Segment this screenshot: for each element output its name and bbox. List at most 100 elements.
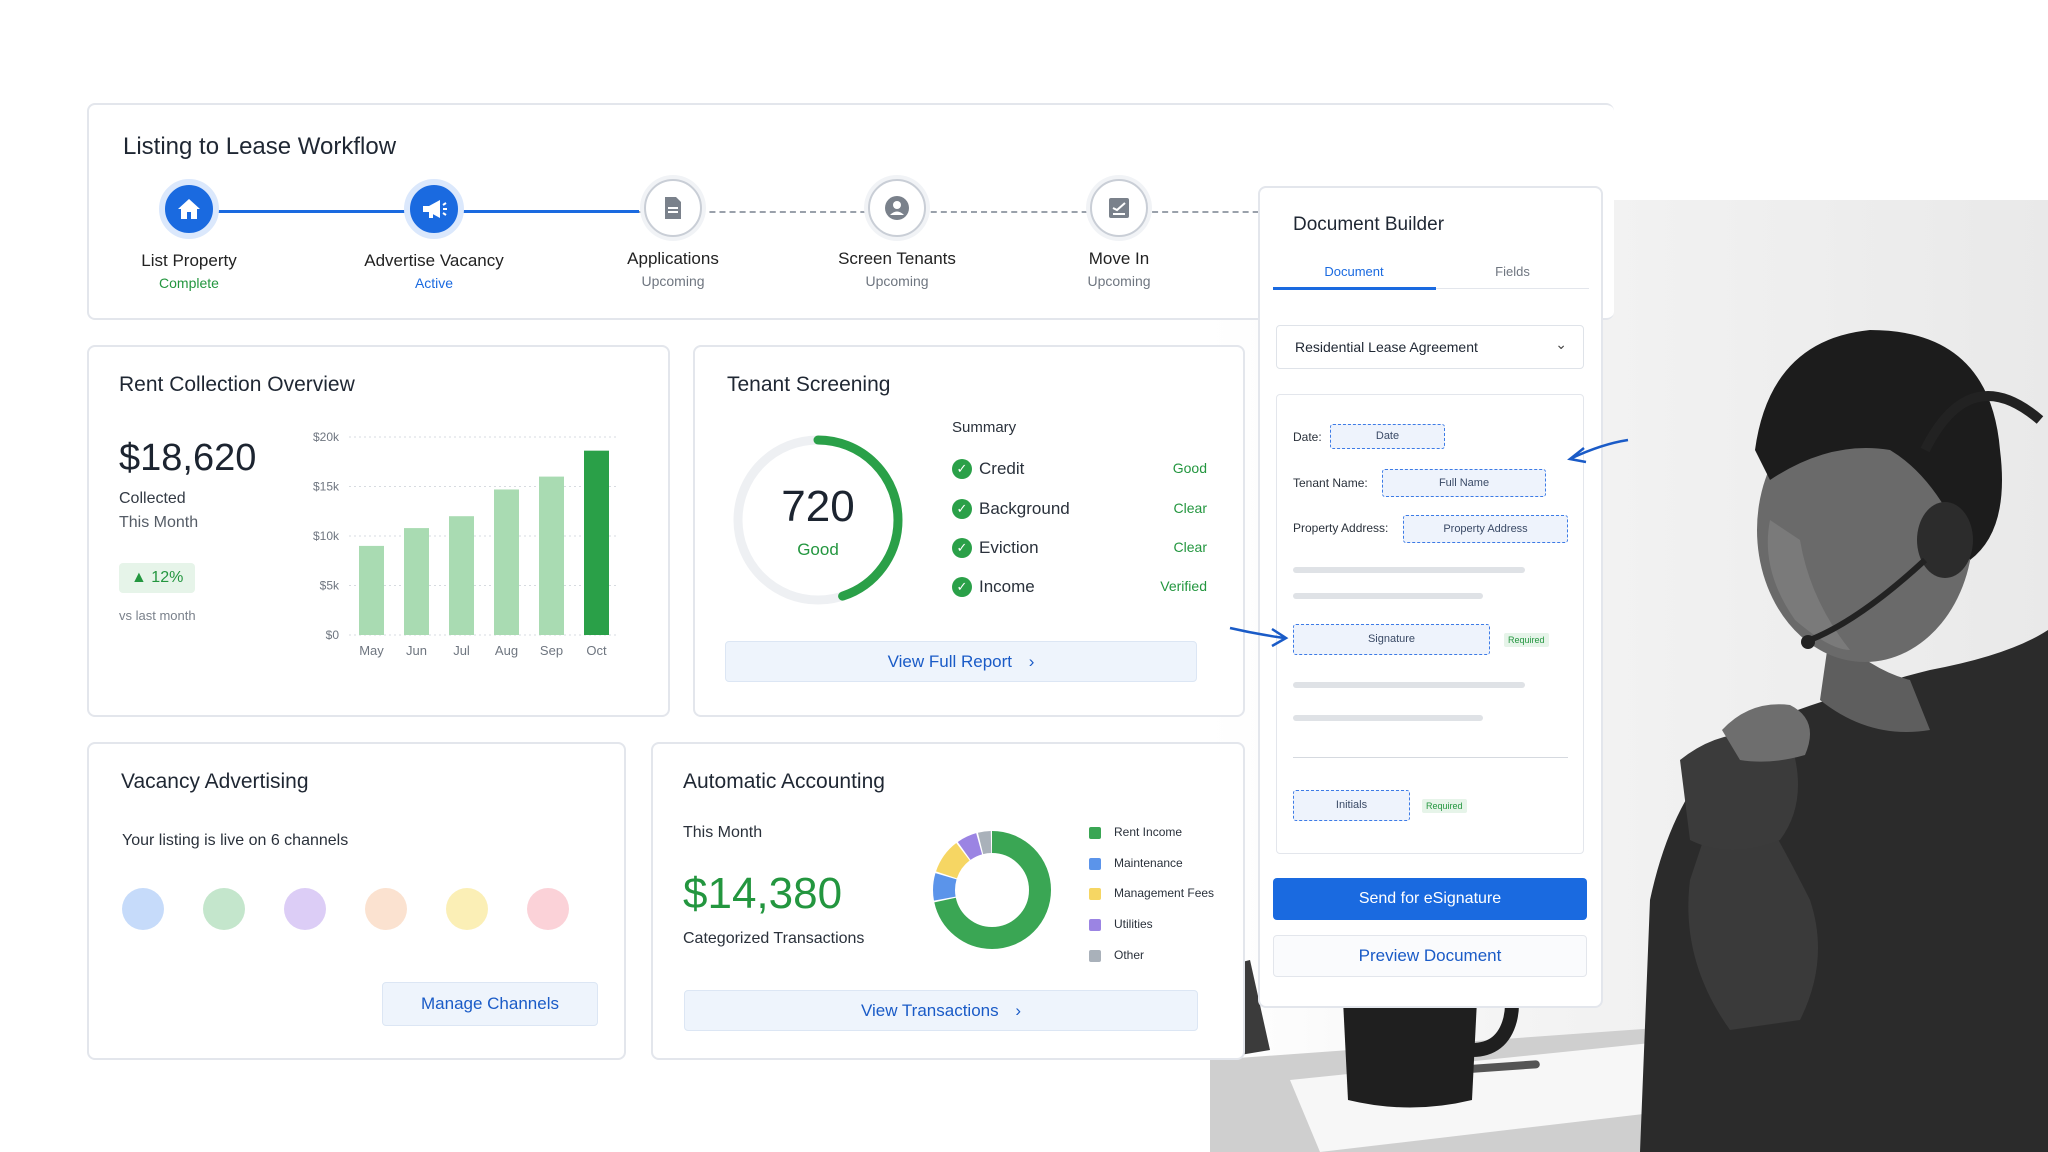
accounting-period: This Month xyxy=(683,824,763,841)
y-tick-label: $10k xyxy=(313,529,340,543)
legend-label: Other xyxy=(1114,948,1145,962)
document-icon xyxy=(644,179,702,237)
y-tick-label: $5k xyxy=(320,579,340,593)
template-select[interactable]: Residential Lease Agreement ⌄ xyxy=(1276,325,1584,369)
step-list-property[interactable]: List Property Complete xyxy=(89,179,289,291)
preview-document-button[interactable]: Preview Document xyxy=(1273,935,1587,977)
accounting-title: Automatic Accounting xyxy=(683,770,885,793)
chevron-down-icon: ⌄ xyxy=(1555,336,1567,352)
step-status: Upcoming xyxy=(1087,273,1151,289)
rent-title: Rent Collection Overview xyxy=(119,373,355,396)
arrow-to-fields-icon xyxy=(1567,438,1629,464)
step-status: Upcoming xyxy=(865,273,929,289)
person-icon xyxy=(868,179,926,237)
x-tick-label: Aug xyxy=(495,643,518,658)
accounting-amount: $14,380 xyxy=(683,869,843,918)
screening-row-background: ✓ Background Clear xyxy=(952,498,1207,522)
manage-channels-button[interactable]: Manage Channels xyxy=(382,982,598,1026)
chevron-right-icon: › xyxy=(1028,652,1035,671)
date-label: Date: xyxy=(1293,430,1322,444)
step-advertise-vacancy[interactable]: Advertise Vacancy Active xyxy=(334,179,534,291)
row-label: Eviction xyxy=(979,538,1039,557)
tab-fields[interactable]: Fields xyxy=(1435,264,1590,279)
document-builder-panel: Document Builder Document Fields Residen… xyxy=(1258,186,1603,1008)
screening-title: Tenant Screening xyxy=(727,373,891,396)
step-move-in[interactable]: Move In Upcoming xyxy=(1019,179,1219,289)
row-label: Credit xyxy=(979,459,1025,478)
full-name-field[interactable]: Full Name xyxy=(1382,469,1546,497)
text-line-placeholder xyxy=(1293,682,1525,688)
row-label: Background xyxy=(979,499,1070,518)
property-address-field[interactable]: Property Address xyxy=(1403,515,1568,543)
row-label: Income xyxy=(979,577,1035,596)
bar[interactable] xyxy=(494,489,519,635)
y-tick-label: $15k xyxy=(313,480,340,494)
step-label: Advertise Vacancy xyxy=(364,251,504,270)
step-applications[interactable]: Applications Upcoming xyxy=(573,179,773,289)
step-label: Move In xyxy=(1088,249,1150,268)
chevron-right-icon: › xyxy=(1015,1001,1022,1020)
screening-row-income: ✓ Income Verified xyxy=(952,576,1207,600)
tab-active-indicator xyxy=(1273,287,1436,290)
initials-field[interactable]: Initials xyxy=(1293,790,1410,821)
text-line-placeholder xyxy=(1293,715,1483,721)
step-status: Active xyxy=(414,275,454,291)
bar[interactable] xyxy=(359,545,384,635)
step-screen-tenants[interactable]: Screen Tenants Upcoming xyxy=(797,179,997,289)
legend-label: Rent Income xyxy=(1114,825,1183,839)
legend-swatch xyxy=(1089,858,1101,870)
rent-bar-chart: $0 $5k $10k $15k $20k May Jun Jul Aug Sep Oct xyxy=(313,430,619,658)
credit-score-label: Good xyxy=(797,540,839,559)
signature-field[interactable]: Signature xyxy=(1293,624,1490,655)
legend-label: Utilities xyxy=(1114,917,1153,931)
channel-icon[interactable] xyxy=(527,888,569,930)
automatic-accounting-card: Automatic Accounting This Month $14,380 … xyxy=(651,742,1245,1060)
rent-change-value: 12% xyxy=(151,569,184,586)
legend-swatch xyxy=(1089,888,1101,900)
row-value: Good xyxy=(1172,460,1207,476)
view-transactions-button[interactable]: View Transactions › xyxy=(684,990,1198,1031)
channel-icon[interactable] xyxy=(203,888,245,930)
row-value: Clear xyxy=(1173,539,1207,555)
bar[interactable] xyxy=(449,516,474,635)
check-icon: ✓ xyxy=(952,499,972,519)
x-tick-label: Oct xyxy=(586,643,607,658)
legend-swatch xyxy=(1089,919,1101,931)
text-line-placeholder xyxy=(1293,593,1483,599)
summary-title: Summary xyxy=(952,419,1017,436)
row-value: Verified xyxy=(1160,578,1207,594)
step-status: Complete xyxy=(159,275,219,291)
rent-label-period: This Month xyxy=(119,514,199,531)
channel-icon[interactable] xyxy=(122,888,164,930)
y-tick-label: $20k xyxy=(313,430,340,444)
rent-amount: $18,620 xyxy=(119,437,257,479)
vacancy-subtitle: Your listing is live on 6 channels xyxy=(122,832,349,849)
date-field[interactable]: Date xyxy=(1330,424,1445,449)
button-label: View Transactions xyxy=(860,1001,999,1020)
tenant-name-label: Tenant Name: xyxy=(1293,476,1368,490)
screening-row-credit: ✓ Credit Good xyxy=(952,458,1207,482)
step-status: Upcoming xyxy=(641,273,705,289)
view-full-report-button[interactable]: View Full Report › xyxy=(725,641,1197,682)
x-tick-label: Jul xyxy=(453,643,470,658)
rent-label-collected: Collected xyxy=(119,490,186,507)
tab-document[interactable]: Document xyxy=(1273,264,1435,279)
step-label: Screen Tenants xyxy=(838,249,956,268)
rent-change-note: vs last month xyxy=(119,608,196,623)
send-for-esignature-button[interactable]: Send for eSignature xyxy=(1273,878,1587,920)
check-icon: ✓ xyxy=(952,577,972,597)
check-icon: ✓ xyxy=(952,538,972,558)
megaphone-icon xyxy=(404,179,464,239)
template-select-value: Residential Lease Agreement xyxy=(1295,339,1478,355)
bar[interactable] xyxy=(404,528,429,635)
bar[interactable] xyxy=(584,450,609,635)
channel-icon[interactable] xyxy=(365,888,407,930)
divider xyxy=(1293,757,1568,758)
channel-icon[interactable] xyxy=(446,888,488,930)
bar[interactable] xyxy=(539,476,564,635)
channel-icon[interactable] xyxy=(284,888,326,930)
button-label: View Full Report xyxy=(887,652,1012,671)
up-arrow-icon: ▲ xyxy=(131,569,147,586)
vacancy-advertising-card: Vacancy Advertising Your listing is live… xyxy=(87,742,626,1060)
required-badge: Required xyxy=(1504,633,1549,647)
